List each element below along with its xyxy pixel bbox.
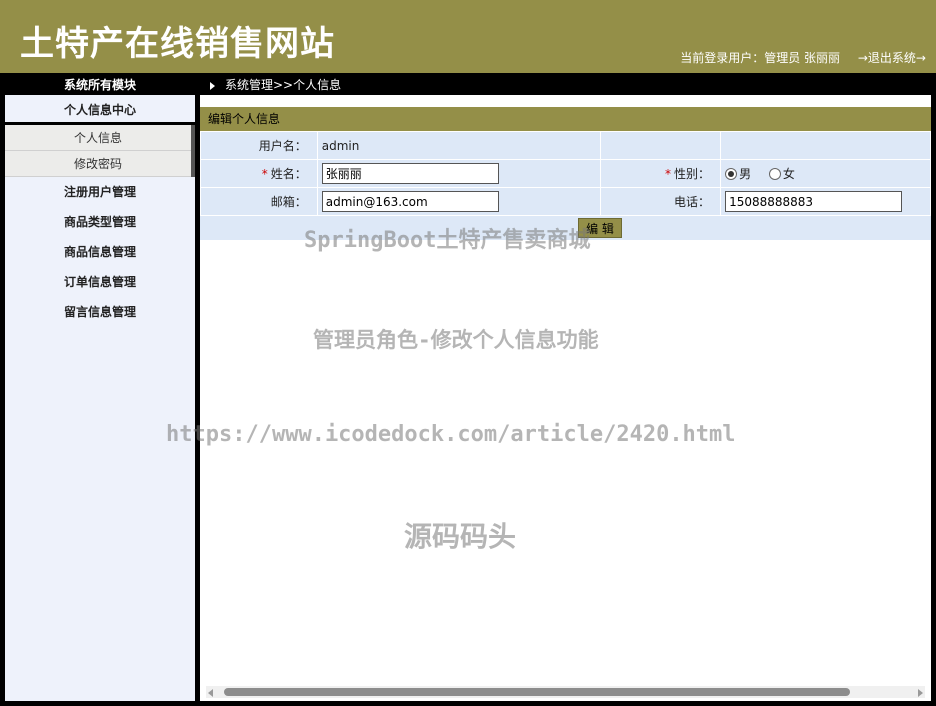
email-input[interactable] [321,191,499,212]
empty-cell [600,131,722,160]
email-cell [316,187,602,216]
username-value: admin [316,131,602,160]
sidebar-item-orders[interactable]: 订单信息管理 [5,267,195,297]
phone-input[interactable] [725,191,903,212]
name-cell [316,159,602,188]
sidebar-item-change-password[interactable]: 修改密码 [5,151,191,177]
sidebar-submenu: 个人信息 修改密码 [5,125,195,177]
horizontal-scrollbar[interactable] [206,686,925,698]
scroll-left-icon[interactable] [208,689,213,697]
gender-label: 性别： [674,167,711,181]
required-mark: * [665,167,672,181]
scroll-right-icon[interactable] [918,689,923,697]
form-row-name: *姓名： *性别： 男 女 [200,159,931,188]
main-content: 编辑个人信息 用户名： admin *姓名： *性别： 男 女 邮箱： 电话： [200,95,931,701]
name-label-cell: * 姓名： [200,159,318,188]
sidebar-item-messages[interactable]: 留言信息管理 [5,297,195,327]
form-row-username: 用户名： admin [200,131,931,160]
radio-checked-icon[interactable] [725,168,738,180]
form-row-contact: 邮箱： 电话： [200,187,931,216]
required-mark: * [261,167,268,181]
page-header: 土特产在线销售网站 当前登录用户：管理员 张丽丽 →退出系统→ [0,0,936,73]
profile-form: 用户名： admin *姓名： *性别： 男 女 邮箱： 电话： [200,131,931,216]
arrow-right-icon [210,82,215,90]
gender-label-cell: * 性别： [600,159,722,188]
button-row: 编 辑 [200,216,931,240]
phone-label: 电话： [600,187,722,216]
breadcrumb: 系统管理>>个人信息 [210,76,341,93]
site-title: 土特产在线销售网站 [20,24,335,64]
radio-unchecked-icon[interactable] [768,168,781,180]
gender-female-label: 女 [782,167,795,181]
gender-cell: 男 女 [720,159,931,188]
email-label: 邮箱： [200,187,318,216]
name-label: 姓名： [270,167,307,181]
phone-cell [720,187,931,216]
scrollbar-thumb[interactable] [224,688,850,696]
logout-link[interactable]: →退出系统→ [858,49,926,66]
username-label: 用户名： [200,131,318,160]
sidebar-item-users[interactable]: 注册用户管理 [5,177,195,207]
sidebar-item-products[interactable]: 商品信息管理 [5,237,195,267]
empty-cell [720,131,931,160]
sidebar: 个人信息中心 个人信息 修改密码 注册用户管理 商品类型管理 商品信息管理 订单… [5,95,195,701]
gender-female-option[interactable]: 女 [768,165,795,182]
breadcrumb-text: 系统管理>>个人信息 [225,78,342,92]
panel-title: 编辑个人信息 [200,107,931,131]
sidebar-item-personal-info[interactable]: 个人信息 [5,125,191,151]
sidebar-section-personal[interactable]: 个人信息中心 [5,95,195,125]
user-info: 当前登录用户：管理员 张丽丽 →退出系统→ [680,49,926,66]
nav-bar: 系统所有模块 系统管理>>个人信息 [0,73,936,95]
current-user-label: 当前登录用户：管理员 张丽丽 [680,51,841,65]
gender-male-option[interactable]: 男 [725,165,751,182]
sidebar-item-product-types[interactable]: 商品类型管理 [5,207,195,237]
edit-button[interactable]: 编 辑 [578,218,622,238]
name-input[interactable] [321,163,499,184]
modules-title: 系统所有模块 [63,78,136,92]
gender-male-label: 男 [739,167,752,181]
